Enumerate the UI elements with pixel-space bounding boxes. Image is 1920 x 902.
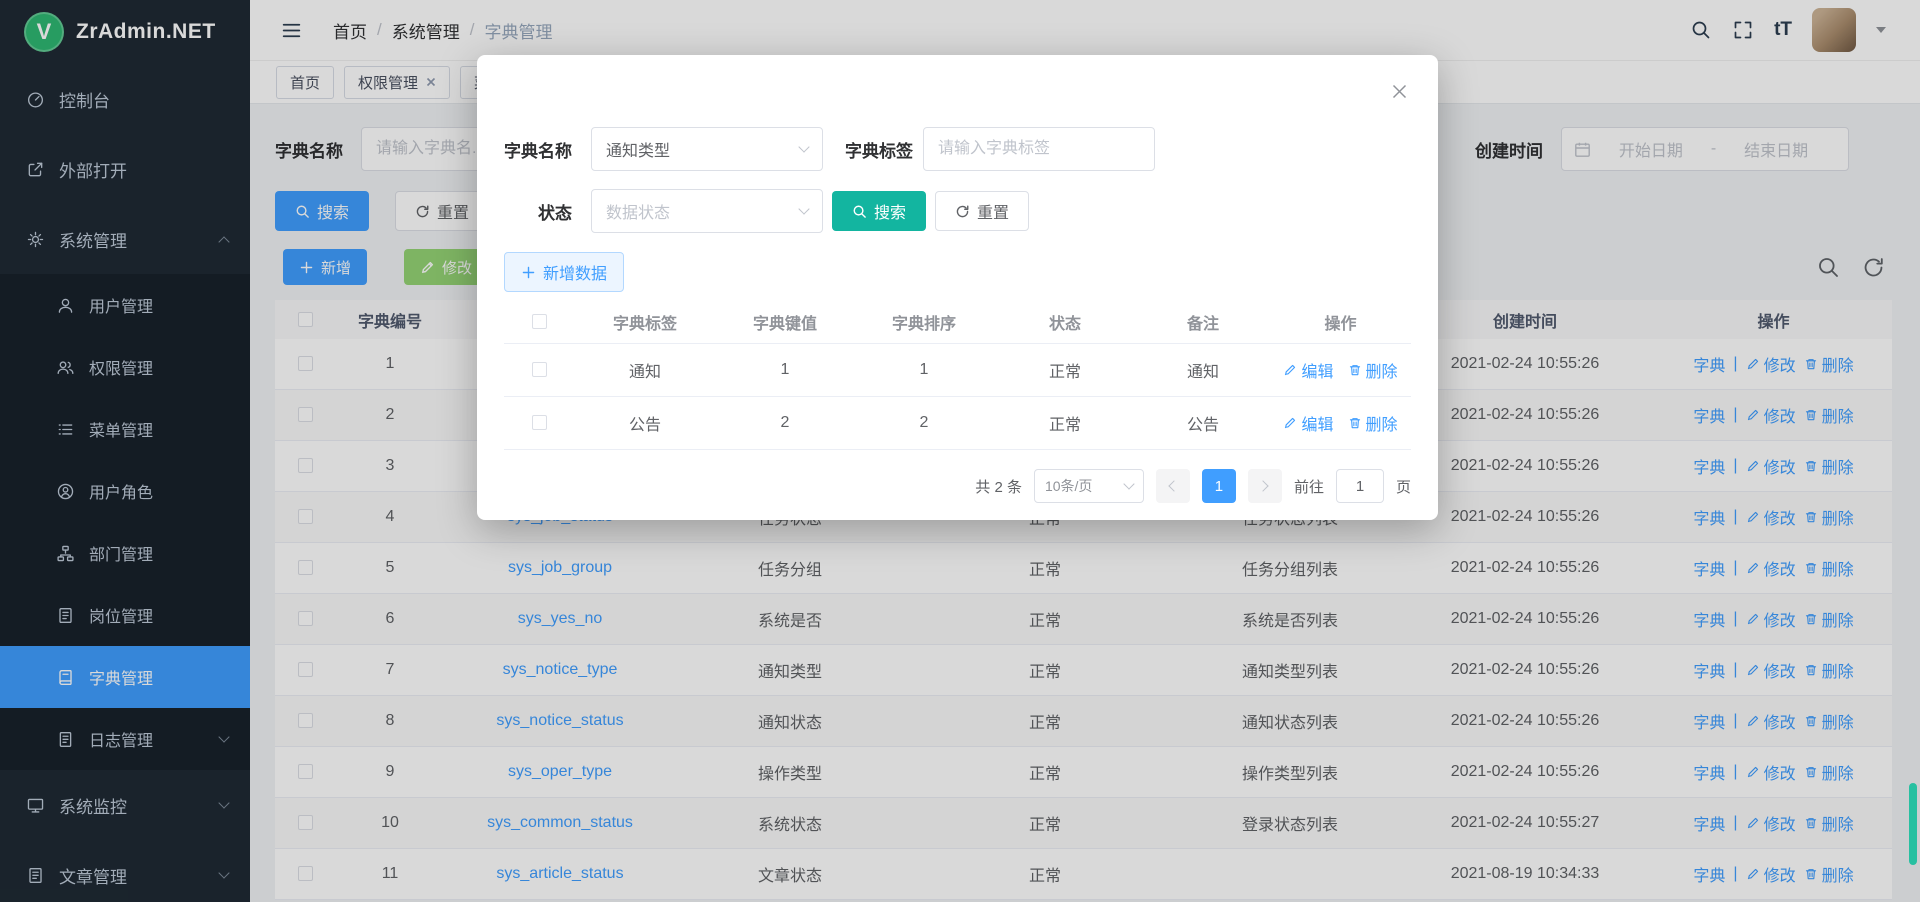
tag-cell: 通知 — [574, 358, 716, 382]
pagination-total: 共 2 条 — [975, 476, 1022, 497]
dict-name-select-value: 通知类型 — [606, 137, 670, 161]
add-data-button-label: 新增数据 — [543, 260, 607, 284]
status-cell: 正常 — [994, 358, 1136, 382]
chevron-left-icon — [1169, 480, 1180, 491]
page-number-current[interactable]: 1 — [1202, 469, 1236, 503]
tag-cell: 公告 — [574, 411, 716, 435]
close-icon[interactable] — [1391, 83, 1408, 100]
row-checkbox[interactable] — [532, 362, 547, 377]
dict-name-label: 字典名称 — [504, 137, 572, 162]
pencil-icon — [1283, 416, 1297, 430]
remark-cell: 通知 — [1136, 358, 1270, 382]
table-row[interactable]: 通知 1 1 正常 通知 编辑 — [504, 344, 1411, 397]
edit-link[interactable]: 编辑 — [1283, 411, 1333, 435]
search-icon — [852, 204, 867, 219]
column-header-status: 状态 — [994, 310, 1136, 334]
value-cell: 1 — [716, 361, 854, 379]
modal-reset-button[interactable]: 重置 — [935, 191, 1029, 231]
edit-link[interactable]: 编辑 — [1283, 358, 1333, 382]
prev-page-button[interactable] — [1156, 469, 1190, 503]
dict-data-table: 字典标签 字典键值 字典排序 状态 备注 操作 通知 1 1 正常 通知 — [504, 301, 1411, 450]
page-size-value: 10条/页 — [1045, 476, 1092, 496]
dict-tag-label: 字典标签 — [845, 137, 913, 162]
chevron-down-icon — [1123, 478, 1134, 489]
goto-label: 前往 — [1294, 476, 1324, 497]
scrollbar-thumb[interactable] — [1909, 783, 1917, 865]
pencil-icon — [1283, 363, 1297, 377]
refresh-icon — [955, 204, 970, 219]
select-all-checkbox[interactable] — [532, 314, 547, 329]
column-header-sort: 字典排序 — [854, 310, 994, 334]
delete-link[interactable]: 删除 — [1348, 358, 1398, 382]
row-checkbox[interactable] — [532, 415, 547, 430]
table-header: 字典标签 字典键值 字典排序 状态 备注 操作 — [504, 301, 1411, 344]
modal-form-row-1: 字典名称 通知类型 字典标签 — [504, 127, 1155, 171]
delete-link[interactable]: 删除 — [1348, 411, 1398, 435]
delete-link-label: 删除 — [1366, 358, 1398, 382]
chevron-right-icon — [1258, 480, 1269, 491]
sort-cell: 2 — [854, 414, 994, 432]
column-header-operations: 操作 — [1270, 310, 1411, 334]
trash-icon — [1348, 363, 1362, 377]
next-page-button[interactable] — [1248, 469, 1282, 503]
status-select-placeholder: 数据状态 — [606, 199, 670, 223]
add-data-button[interactable]: 新增数据 — [504, 252, 624, 292]
dict-data-modal: 字典名称 通知类型 字典标签 状态 数据状态 搜索 重置 — [477, 55, 1438, 520]
app-root: V ZrAdmin.NET 控制台 外部打开 系统管理 用户管理 — [0, 0, 1920, 902]
table-row[interactable]: 公告 2 2 正常 公告 编辑 — [504, 397, 1411, 450]
edit-link-label: 编辑 — [1301, 411, 1333, 435]
chevron-down-icon — [798, 141, 809, 152]
dict-name-select[interactable]: 通知类型 — [591, 127, 823, 171]
modal-form-row-2: 状态 数据状态 搜索 重置 — [504, 189, 1029, 233]
chevron-down-icon — [798, 203, 809, 214]
remark-cell: 公告 — [1136, 411, 1270, 435]
modal-reset-label: 重置 — [977, 199, 1009, 223]
edit-link-label: 编辑 — [1301, 358, 1333, 382]
column-header-remark: 备注 — [1136, 310, 1270, 334]
value-cell: 2 — [716, 414, 854, 432]
goto-page-input[interactable] — [1336, 469, 1384, 503]
column-header-value: 字典键值 — [716, 310, 854, 334]
column-header-tag: 字典标签 — [574, 310, 716, 334]
page-size-select[interactable]: 10条/页 — [1034, 469, 1144, 503]
dict-tag-input[interactable] — [923, 127, 1155, 171]
goto-unit-label: 页 — [1396, 476, 1411, 497]
modal-search-button[interactable]: 搜索 — [832, 191, 926, 231]
table-body: 通知 1 1 正常 通知 编辑 — [504, 344, 1411, 450]
pagination: 共 2 条 10条/页 1 前往 页 — [504, 469, 1411, 503]
trash-icon — [1348, 416, 1362, 430]
sort-cell: 1 — [854, 361, 994, 379]
plus-icon — [521, 265, 536, 280]
modal-search-label: 搜索 — [874, 199, 906, 223]
status-select[interactable]: 数据状态 — [591, 189, 823, 233]
delete-link-label: 删除 — [1366, 411, 1398, 435]
status-label: 状态 — [504, 199, 572, 224]
status-cell: 正常 — [994, 411, 1136, 435]
